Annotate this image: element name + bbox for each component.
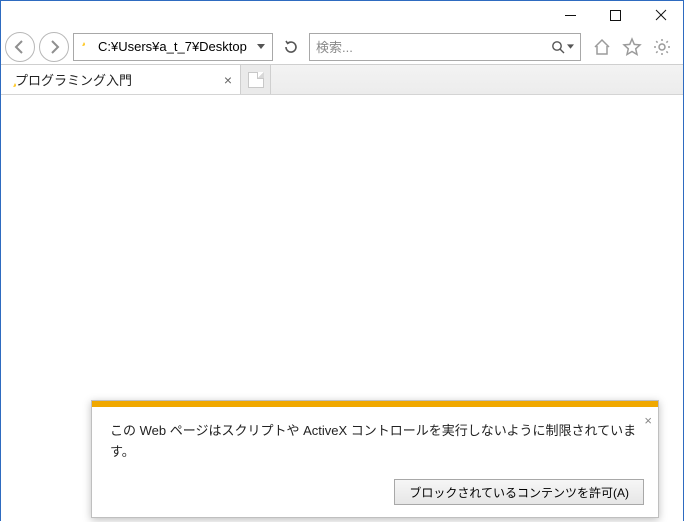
window-titlebar xyxy=(1,1,683,29)
favorites-icon[interactable] xyxy=(621,36,643,58)
tool-icons xyxy=(585,36,679,58)
close-window-button[interactable] xyxy=(638,1,683,29)
maximize-button[interactable] xyxy=(593,1,638,29)
tools-icon[interactable] xyxy=(651,36,673,58)
allow-button-label: ブロックされているコンテンツを許可(A) xyxy=(409,484,629,501)
home-icon[interactable] xyxy=(591,36,613,58)
blank-page-icon xyxy=(248,72,264,88)
page-content: × この Web ページはスクリプトや ActiveX コントロールを実行しない… xyxy=(1,95,683,522)
refresh-button[interactable] xyxy=(277,33,305,61)
address-text: C:¥Users¥a_t_7¥Desktop xyxy=(98,39,254,54)
tab-close-icon[interactable]: × xyxy=(224,72,232,88)
notification-message: この Web ページはスクリプトや ActiveX コントロールを実行しないよう… xyxy=(110,423,636,459)
notification-close-icon[interactable]: × xyxy=(644,411,652,432)
tab-title: プログラミング入門 xyxy=(15,70,218,89)
new-tab-button[interactable] xyxy=(241,65,271,94)
notification-actions: ブロックされているコンテンツを許可(A) xyxy=(92,473,658,517)
tabs-empty-area xyxy=(271,65,683,94)
search-box[interactable]: 検索... xyxy=(309,33,581,61)
address-dropdown-icon[interactable] xyxy=(254,44,268,49)
navigation-toolbar: C:¥Users¥a_t_7¥Desktop 検索... xyxy=(1,29,683,65)
forward-button[interactable] xyxy=(39,32,69,62)
tabs-bar: プログラミング入門 × xyxy=(1,65,683,95)
search-icon[interactable] xyxy=(551,40,574,54)
minimize-button[interactable] xyxy=(548,1,593,29)
back-button[interactable] xyxy=(5,32,35,62)
activex-notification: × この Web ページはスクリプトや ActiveX コントロールを実行しない… xyxy=(91,400,659,518)
ie-icon xyxy=(78,39,94,55)
notification-body: × この Web ページはスクリプトや ActiveX コントロールを実行しない… xyxy=(92,407,658,473)
allow-blocked-content-button[interactable]: ブロックされているコンテンツを許可(A) xyxy=(394,479,644,505)
tab-active[interactable]: プログラミング入門 × xyxy=(1,65,241,94)
address-bar[interactable]: C:¥Users¥a_t_7¥Desktop xyxy=(73,33,273,61)
search-placeholder: 検索... xyxy=(316,37,551,56)
